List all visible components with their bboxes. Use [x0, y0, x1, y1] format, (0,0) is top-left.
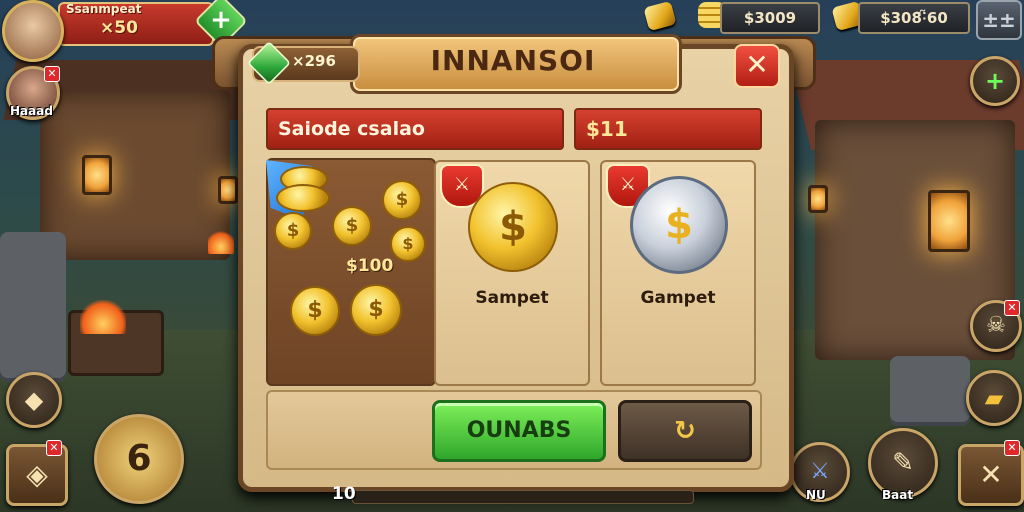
player-avatar[interactable] [2, 0, 64, 62]
folder-button[interactable]: ▰ [966, 370, 1022, 426]
player-name: Ssanmpeat [66, 2, 142, 16]
stone-block [890, 356, 970, 426]
gem-count: ×296 [292, 52, 336, 70]
resource-counter-gold: $308̃˸̃60 [858, 2, 970, 34]
coin-icon: $ [274, 212, 312, 250]
right-plus-button[interactable]: + [970, 56, 1020, 106]
plus-icon: + [210, 5, 232, 35]
left-hut [40, 90, 230, 260]
coin-stack-bottom [276, 184, 330, 212]
leaf-menu-button[interactable]: ◆ [6, 372, 62, 428]
skull-notification-badge: ✕ [1004, 300, 1020, 316]
friend-label: Haaad [10, 104, 53, 118]
settings-grid-button[interactable]: ±± [976, 0, 1022, 40]
crafting-notification-badge: ✕ [46, 440, 62, 456]
bottom-progress-track [352, 490, 694, 504]
confirm-purchase-button[interactable]: OUNABS [432, 400, 606, 462]
price-banner: $11 [574, 108, 762, 150]
coin-pile-amount: $100 [346, 256, 394, 276]
right-small-lantern [808, 185, 828, 213]
offer-label: Sampet [475, 288, 549, 308]
level-indicator[interactable]: 6 [94, 414, 184, 504]
coin-icon: $ [350, 284, 402, 336]
battle-notification-badge: ✕ [1004, 440, 1020, 456]
stone-pillar [0, 232, 66, 382]
gold-coin-icon: $ [468, 182, 558, 272]
coin-icon: $ [290, 286, 340, 336]
coin-icon: $ [390, 226, 426, 262]
refresh-button[interactable]: ↻ [618, 400, 752, 462]
gold-nugget-icon [643, 0, 677, 32]
player-gold-count: ×50 [100, 18, 138, 38]
tool-item-label: Baat [882, 488, 914, 502]
coin-icon: $ [332, 206, 372, 246]
close-button[interactable]: ✕ [734, 44, 780, 88]
left-lantern [82, 155, 112, 195]
sword-item-label: NU [806, 488, 826, 502]
page-number: 10 [332, 484, 356, 504]
silver-coin-icon: $ [630, 176, 728, 274]
campfire [80, 300, 126, 334]
offer-banner: Saiode csalao oomampest [266, 108, 564, 178]
friend-notification-badge: ✕ [44, 66, 60, 82]
dialog-title: INNANSOI [430, 44, 596, 77]
coin-icon: $ [382, 180, 422, 220]
right-lantern [928, 190, 970, 252]
price-text: $11 [586, 117, 628, 141]
offer-label: Gampet [640, 288, 716, 308]
small-fire [208, 230, 234, 254]
resource-counter-coins: $3009 [720, 2, 820, 34]
left-small-lantern [218, 176, 238, 204]
